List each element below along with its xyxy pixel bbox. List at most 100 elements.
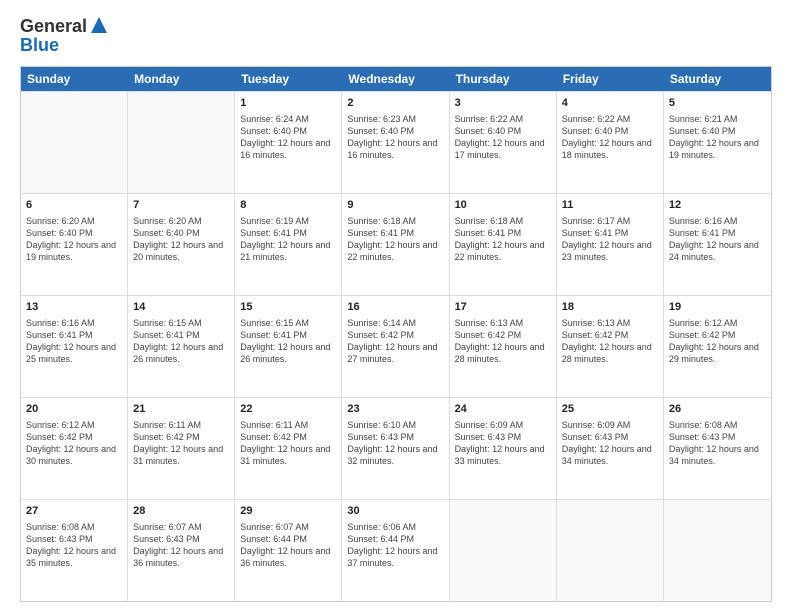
weekday-header-wednesday: Wednesday (342, 67, 449, 91)
weekday-header-tuesday: Tuesday (235, 67, 342, 91)
day-number: 15 (240, 300, 336, 315)
calendar-cell: 24 Sunrise: 6:09 AM Sunset: 6:43 PM Dayli… (450, 398, 557, 499)
cell-info: Sunrise: 6:09 AM Sunset: 6:43 PM Dayligh… (455, 419, 551, 468)
cell-info: Sunrise: 6:12 AM Sunset: 6:42 PM Dayligh… (669, 317, 766, 366)
day-number: 1 (240, 96, 336, 111)
cell-info: Sunrise: 6:12 AM Sunset: 6:42 PM Dayligh… (26, 419, 122, 468)
calendar-cell: 12 Sunrise: 6:16 AM Sunset: 6:41 PM Dayli… (664, 194, 771, 295)
calendar-cell: 6 Sunrise: 6:20 AM Sunset: 6:40 PM Daylig… (21, 194, 128, 295)
day-number: 3 (455, 96, 551, 111)
cell-info: Sunrise: 6:16 AM Sunset: 6:41 PM Dayligh… (669, 215, 766, 264)
cell-info: Sunrise: 6:20 AM Sunset: 6:40 PM Dayligh… (26, 215, 122, 264)
cell-info: Sunrise: 6:11 AM Sunset: 6:42 PM Dayligh… (133, 419, 229, 468)
day-number: 20 (26, 402, 122, 417)
day-number: 14 (133, 300, 229, 315)
cell-info: Sunrise: 6:13 AM Sunset: 6:42 PM Dayligh… (455, 317, 551, 366)
cell-info: Sunrise: 6:14 AM Sunset: 6:42 PM Dayligh… (347, 317, 443, 366)
calendar-row-1: 1 Sunrise: 6:24 AM Sunset: 6:40 PM Daylig… (21, 91, 771, 193)
calendar-cell: 23 Sunrise: 6:10 AM Sunset: 6:43 PM Dayli… (342, 398, 449, 499)
day-number: 8 (240, 198, 336, 213)
weekday-header-saturday: Saturday (664, 67, 771, 91)
calendar-cell: 22 Sunrise: 6:11 AM Sunset: 6:42 PM Dayli… (235, 398, 342, 499)
cell-info: Sunrise: 6:13 AM Sunset: 6:42 PM Dayligh… (562, 317, 658, 366)
calendar-cell (557, 500, 664, 601)
cell-info: Sunrise: 6:21 AM Sunset: 6:40 PM Dayligh… (669, 113, 766, 162)
day-number: 17 (455, 300, 551, 315)
calendar-cell: 13 Sunrise: 6:16 AM Sunset: 6:41 PM Dayli… (21, 296, 128, 397)
header: General Blue (20, 16, 772, 56)
calendar-cell (664, 500, 771, 601)
cell-info: Sunrise: 6:20 AM Sunset: 6:40 PM Dayligh… (133, 215, 229, 264)
calendar-body: 1 Sunrise: 6:24 AM Sunset: 6:40 PM Daylig… (21, 91, 771, 601)
day-number: 23 (347, 402, 443, 417)
day-number: 16 (347, 300, 443, 315)
calendar-cell: 3 Sunrise: 6:22 AM Sunset: 6:40 PM Daylig… (450, 92, 557, 193)
calendar-cell: 5 Sunrise: 6:21 AM Sunset: 6:40 PM Daylig… (664, 92, 771, 193)
calendar-cell: 27 Sunrise: 6:08 AM Sunset: 6:43 PM Dayli… (21, 500, 128, 601)
cell-info: Sunrise: 6:17 AM Sunset: 6:41 PM Dayligh… (562, 215, 658, 264)
day-number: 9 (347, 198, 443, 213)
weekday-header-friday: Friday (557, 67, 664, 91)
day-number: 7 (133, 198, 229, 213)
calendar-row-4: 20 Sunrise: 6:12 AM Sunset: 6:42 PM Dayli… (21, 397, 771, 499)
cell-info: Sunrise: 6:08 AM Sunset: 6:43 PM Dayligh… (669, 419, 766, 468)
day-number: 6 (26, 198, 122, 213)
cell-info: Sunrise: 6:24 AM Sunset: 6:40 PM Dayligh… (240, 113, 336, 162)
calendar-cell: 26Sunrise: 6:08 AM Sunset: 6:43 PM Dayli… (664, 398, 771, 499)
day-number: 28 (133, 504, 229, 519)
calendar-cell: 16 Sunrise: 6:14 AM Sunset: 6:42 PM Dayli… (342, 296, 449, 397)
calendar-row-3: 13 Sunrise: 6:16 AM Sunset: 6:41 PM Dayli… (21, 295, 771, 397)
day-number: 21 (133, 402, 229, 417)
day-number: 2 (347, 96, 443, 111)
calendar-cell: 28 Sunrise: 6:07 AM Sunset: 6:43 PM Dayli… (128, 500, 235, 601)
page: General Blue SundayMondayTuesdayWednesda… (0, 0, 792, 612)
calendar-cell: 7 Sunrise: 6:20 AM Sunset: 6:40 PM Daylig… (128, 194, 235, 295)
cell-info: Sunrise: 6:22 AM Sunset: 6:40 PM Dayligh… (455, 113, 551, 162)
day-number: 10 (455, 198, 551, 213)
day-number: 27 (26, 504, 122, 519)
cell-info: Sunrise: 6:11 AM Sunset: 6:42 PM Dayligh… (240, 419, 336, 468)
calendar-cell (21, 92, 128, 193)
cell-info: Sunrise: 6:15 AM Sunset: 6:41 PM Dayligh… (133, 317, 229, 366)
calendar-cell: 17 Sunrise: 6:13 AM Sunset: 6:42 PM Dayli… (450, 296, 557, 397)
calendar-cell (128, 92, 235, 193)
calendar-cell: 15 Sunrise: 6:15 AM Sunset: 6:41 PM Dayli… (235, 296, 342, 397)
cell-info: Sunrise: 6:18 AM Sunset: 6:41 PM Dayligh… (347, 215, 443, 264)
logo-blue-text: Blue (20, 35, 109, 56)
calendar-cell: 19 Sunrise: 6:12 AM Sunset: 6:42 PM Dayli… (664, 296, 771, 397)
calendar-cell: 4 Sunrise: 6:22 AM Sunset: 6:40 PM Daylig… (557, 92, 664, 193)
weekday-header-monday: Monday (128, 67, 235, 91)
logo: General Blue (20, 16, 109, 56)
weekday-header-sunday: Sunday (21, 67, 128, 91)
day-number: 13 (26, 300, 122, 315)
calendar-cell: 18 Sunrise: 6:13 AM Sunset: 6:42 PM Dayli… (557, 296, 664, 397)
day-number: 25 (562, 402, 658, 417)
day-number: 24 (455, 402, 551, 417)
cell-info: Sunrise: 6:22 AM Sunset: 6:40 PM Dayligh… (562, 113, 658, 162)
calendar-cell: 11Sunrise: 6:17 AM Sunset: 6:41 PM Dayli… (557, 194, 664, 295)
day-number: 4 (562, 96, 658, 111)
day-number: 12 (669, 198, 766, 213)
calendar-cell: 1 Sunrise: 6:24 AM Sunset: 6:40 PM Daylig… (235, 92, 342, 193)
cell-info: Sunrise: 6:18 AM Sunset: 6:41 PM Dayligh… (455, 215, 551, 264)
calendar-cell: 29Sunrise: 6:07 AM Sunset: 6:44 PM Dayli… (235, 500, 342, 601)
cell-info: Sunrise: 6:15 AM Sunset: 6:41 PM Dayligh… (240, 317, 336, 366)
day-number: 30 (347, 504, 443, 519)
calendar-cell: 10 Sunrise: 6:18 AM Sunset: 6:41 PM Dayli… (450, 194, 557, 295)
cell-info: Sunrise: 6:07 AM Sunset: 6:43 PM Dayligh… (133, 521, 229, 570)
cell-info: Sunrise: 6:23 AM Sunset: 6:40 PM Dayligh… (347, 113, 443, 162)
weekday-header-thursday: Thursday (450, 67, 557, 91)
day-number: 19 (669, 300, 766, 315)
calendar-row-5: 27 Sunrise: 6:08 AM Sunset: 6:43 PM Dayli… (21, 499, 771, 601)
cell-info: Sunrise: 6:07 AM Sunset: 6:44 PM Dayligh… (240, 521, 336, 570)
cell-info: Sunrise: 6:10 AM Sunset: 6:43 PM Dayligh… (347, 419, 443, 468)
cell-info: Sunrise: 6:08 AM Sunset: 6:43 PM Dayligh… (26, 521, 122, 570)
day-number: 18 (562, 300, 658, 315)
calendar-header-row: SundayMondayTuesdayWednesdayThursdayFrid… (21, 67, 771, 91)
day-number: 22 (240, 402, 336, 417)
calendar-cell: 21 Sunrise: 6:11 AM Sunset: 6:42 PM Dayli… (128, 398, 235, 499)
day-number: 5 (669, 96, 766, 111)
cell-info: Sunrise: 6:16 AM Sunset: 6:41 PM Dayligh… (26, 317, 122, 366)
calendar-cell: 9 Sunrise: 6:18 AM Sunset: 6:41 PM Daylig… (342, 194, 449, 295)
calendar-cell: 25Sunrise: 6:09 AM Sunset: 6:43 PM Dayli… (557, 398, 664, 499)
